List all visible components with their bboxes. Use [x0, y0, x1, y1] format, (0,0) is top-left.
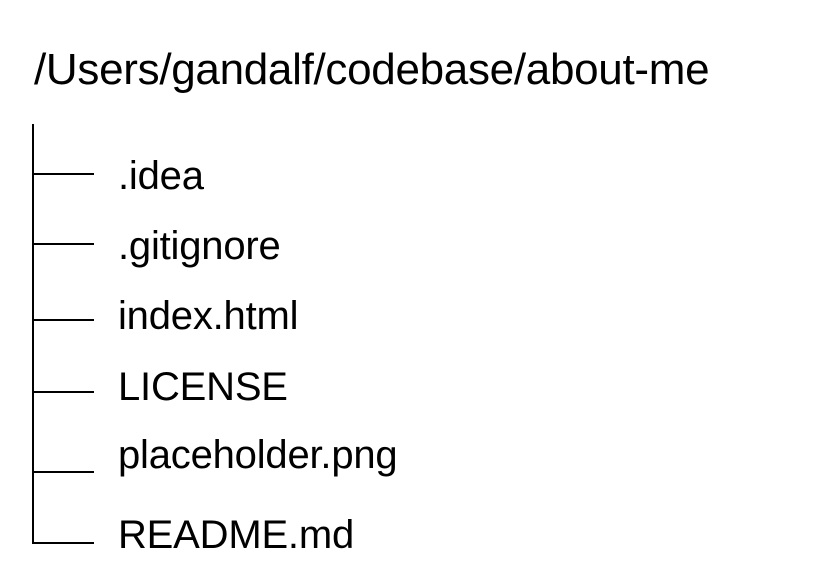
- tree-entry-label: .gitignore: [118, 224, 281, 268]
- tree-entry-label: index.html: [118, 294, 299, 338]
- tree-branch-line: [32, 471, 94, 473]
- tree-trunk-line: [32, 124, 34, 543]
- tree-entry-label: LICENSE: [118, 365, 288, 409]
- tree-entry-label: placeholder.png: [118, 433, 398, 477]
- tree-branch-line: [32, 319, 94, 321]
- tree-entry-label: README.md: [118, 513, 355, 557]
- tree-branch-line: [32, 542, 94, 544]
- tree-branch-line: [32, 391, 94, 393]
- tree-branch-line: [32, 243, 94, 245]
- tree-entry-label: .idea: [118, 154, 204, 198]
- tree-branch-line: [32, 173, 94, 175]
- root-path-label: /Users/gandalf/codebase/about-me: [34, 45, 710, 94]
